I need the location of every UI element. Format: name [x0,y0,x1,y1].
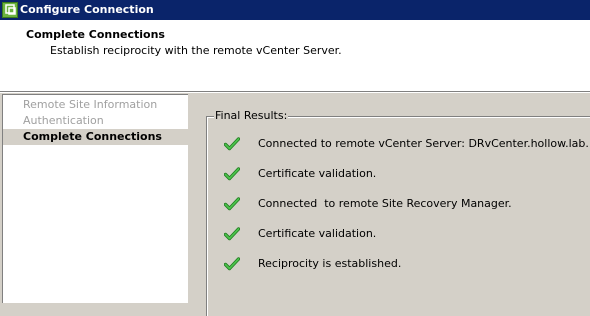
check-icon [224,227,240,241]
check-icon [224,197,240,211]
wizard-header: Complete Connections Establish reciproci… [0,20,590,91]
step-remote-site-information: Remote Site Information [23,98,158,111]
vmware-app-icon [2,2,18,18]
result-item: Connected to remote vCenter Server: DRvC… [224,136,590,152]
result-text: Certificate validation. [258,167,377,180]
result-text: Connected to remote vCenter Server: DRvC… [258,137,589,150]
final-results-legend: Final Results: [214,109,289,123]
check-icon [224,167,240,181]
wizard-steps-nav: Remote Site Information Authentication C… [2,94,188,303]
page-subtitle: Establish reciprocity with the remote vC… [50,44,342,57]
check-icon [224,137,240,151]
check-icon [224,257,240,271]
result-text: Connected to remote Site Recovery Manage… [258,197,512,210]
step-complete-connections: Complete Connections [3,129,188,145]
result-item: Connected to remote Site Recovery Manage… [224,196,590,212]
step-authentication: Authentication [23,114,104,127]
window-title: Configure Connection [20,3,154,16]
main-content: Final Results: Connected to remote vCent… [192,94,590,316]
result-item: Certificate validation. [224,226,590,242]
header-divider-highlight [0,92,590,93]
result-item: Reciprocity is established. [224,256,590,272]
result-text: Reciprocity is established. [258,257,402,270]
page-title: Complete Connections [26,28,165,41]
title-bar[interactable]: Configure Connection [0,0,590,20]
result-item: Certificate validation. [224,166,590,182]
result-text: Certificate validation. [258,227,377,240]
